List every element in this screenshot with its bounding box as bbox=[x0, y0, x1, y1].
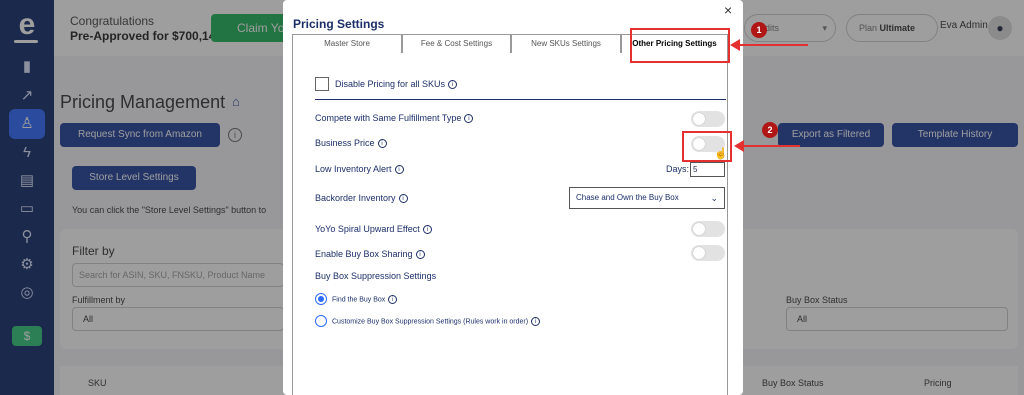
buybox-sharing-text: Enable Buy Box Sharing bbox=[315, 249, 413, 259]
highlight-box-tab bbox=[630, 28, 730, 63]
arrow-line-1 bbox=[740, 44, 808, 46]
tab-fee-cost[interactable]: Fee & Cost Settings bbox=[402, 34, 511, 53]
compete-same-text: Compete with Same Fulfillment Type bbox=[315, 113, 462, 123]
customize-suppression-label: Customize Buy Box Suppression Settings (… bbox=[332, 317, 541, 326]
days-label: Days: bbox=[666, 164, 690, 174]
close-icon[interactable]: × bbox=[724, 2, 732, 18]
divider bbox=[315, 99, 726, 100]
find-buybox-label: Find the Buy Box i bbox=[332, 295, 398, 304]
disable-pricing-checkbox[interactable] bbox=[315, 77, 329, 91]
info-icon[interactable]: i bbox=[394, 165, 404, 175]
arrow-line-2 bbox=[744, 145, 800, 147]
step-badge-1: 1 bbox=[751, 22, 767, 38]
info-icon[interactable]: i bbox=[448, 80, 458, 90]
info-icon[interactable]: i bbox=[531, 317, 541, 326]
business-price-label: Business Price i bbox=[315, 138, 387, 149]
modal-title: Pricing Settings bbox=[293, 17, 385, 31]
info-icon[interactable]: i bbox=[398, 194, 408, 204]
compete-same-label: Compete with Same Fulfillment Type i bbox=[315, 113, 474, 124]
backorder-text: Backorder Inventory bbox=[315, 193, 396, 203]
backorder-select[interactable]: Chase and Own the Buy Box ⌄ bbox=[569, 187, 725, 209]
find-buybox-text: Find the Buy Box bbox=[332, 296, 386, 304]
chevron-down-icon: ⌄ bbox=[710, 193, 718, 203]
info-icon[interactable]: i bbox=[388, 295, 398, 304]
disable-pricing-text: Disable Pricing for all SKUs bbox=[335, 79, 446, 89]
low-inventory-label: Low Inventory Alert i bbox=[315, 164, 404, 175]
buybox-sharing-toggle[interactable] bbox=[691, 245, 725, 261]
find-buybox-radio[interactable] bbox=[315, 293, 327, 305]
customize-suppression-text: Customize Buy Box Suppression Settings (… bbox=[332, 318, 529, 326]
app-root: e ▮ ↗ ♙ ϟ ▤ ▭ ⚲ ⚙ ◎ $ Congratulations Pr… bbox=[0, 0, 1024, 395]
tab-new-skus[interactable]: New SKUs Settings bbox=[511, 34, 621, 53]
customize-suppression-radio[interactable] bbox=[315, 315, 327, 327]
yoyo-text: YoYo Spiral Upward Effect bbox=[315, 224, 420, 234]
arrow-head-2 bbox=[734, 140, 744, 152]
yoyo-label: YoYo Spiral Upward Effect i bbox=[315, 224, 432, 235]
tab-master-store[interactable]: Master Store bbox=[292, 34, 402, 53]
days-input[interactable]: 5 bbox=[690, 162, 725, 177]
yoyo-toggle[interactable] bbox=[691, 221, 725, 237]
info-icon[interactable]: i bbox=[415, 250, 425, 260]
modal-body: Disable Pricing for all SKUs i Compete wi… bbox=[292, 53, 728, 395]
low-inventory-text: Low Inventory Alert bbox=[315, 164, 392, 174]
backorder-label: Backorder Inventory i bbox=[315, 193, 408, 204]
hand-cursor-icon: ☝ bbox=[714, 148, 728, 160]
buybox-sharing-label: Enable Buy Box Sharing i bbox=[315, 249, 425, 260]
info-icon[interactable]: i bbox=[377, 139, 387, 149]
disable-pricing-label: Disable Pricing for all SKUs i bbox=[335, 79, 458, 90]
info-icon[interactable]: i bbox=[464, 114, 474, 124]
business-price-text: Business Price bbox=[315, 138, 375, 148]
arrow-head-1 bbox=[730, 39, 740, 51]
suppression-title: Buy Box Suppression Settings bbox=[315, 271, 437, 281]
compete-same-toggle[interactable] bbox=[691, 111, 725, 127]
backorder-value: Chase and Own the Buy Box bbox=[576, 193, 679, 202]
info-icon[interactable]: i bbox=[422, 225, 432, 235]
step-badge-2: 2 bbox=[762, 122, 778, 138]
